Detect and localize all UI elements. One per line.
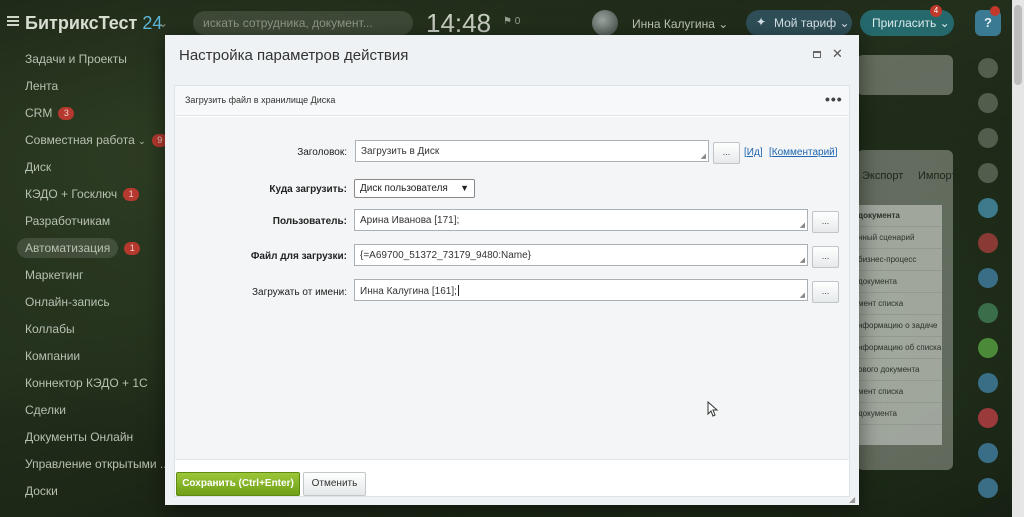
chat-icon[interactable] <box>978 58 998 78</box>
list-item[interactable]: документа <box>858 271 942 293</box>
menu-item-booking[interactable]: Онлайн-запись <box>0 289 165 316</box>
user-field[interactable]: Арина Иванова [171]; ◢ <box>354 209 808 231</box>
list-item[interactable]: ового документа <box>858 359 942 381</box>
user-field-label: Пользователь: <box>272 216 347 227</box>
destination-select[interactable]: Диск пользователя ▼ <box>354 179 475 198</box>
chevron-down-icon: ▼ <box>460 183 469 193</box>
left-menu: Задачи и Проекты Лента CRM 3 Совместная р… <box>0 46 170 505</box>
menu-item-developers[interactable]: Разработчикам <box>0 208 165 235</box>
counter-badge: 3 <box>58 107 75 120</box>
destination-label: Куда загрузить: <box>269 184 347 195</box>
file-picker-button[interactable]: ... <box>812 246 839 268</box>
title-field-label: Заголовок: <box>297 147 347 158</box>
search-input[interactable]: искать сотрудника, документ... <box>193 11 413 35</box>
upload-as-field[interactable]: Инна Калугина [161]; ◢ <box>354 279 808 301</box>
menu-item-marketing[interactable]: Маркетинг <box>0 262 165 289</box>
contact-avatar[interactable] <box>978 478 998 498</box>
menu-item-crm[interactable]: CRM 3 <box>0 100 165 127</box>
title-field[interactable]: Загрузить в Диск ◢ <box>355 140 709 162</box>
background-list: документа нный сценарий бизнес-процесс д… <box>858 205 942 445</box>
list-item[interactable]: нный сценарий <box>858 227 942 249</box>
user-picker-button[interactable]: ... <box>812 211 839 233</box>
chevron-down-icon[interactable]: ⌄ <box>158 16 168 30</box>
upload-as-picker-button[interactable]: ... <box>812 281 839 303</box>
contact-avatar[interactable] <box>978 268 998 288</box>
menu-item-collabs[interactable]: Коллабы <box>0 316 165 343</box>
close-icon[interactable]: ✕ <box>832 46 843 62</box>
menu-item-feed[interactable]: Лента <box>0 73 165 100</box>
help-badge <box>990 6 1000 16</box>
list-item[interactable]: бизнес-процесс <box>858 249 942 271</box>
contact-avatar[interactable] <box>978 408 998 428</box>
background-toolbar <box>857 55 953 95</box>
menu-item-tasks[interactable]: Задачи и Проекты <box>0 46 165 73</box>
cancel-button[interactable]: Отменить <box>303 472 366 496</box>
maximize-icon[interactable] <box>813 51 821 58</box>
contact-avatar[interactable] <box>978 303 998 323</box>
bell-icon[interactable] <box>978 93 998 113</box>
settings-form: Заголовок: Загрузить в Диск ◢ ... [Ид] [К… <box>175 117 849 460</box>
save-button[interactable]: Сохранить (Ctrl+Enter) <box>176 472 300 496</box>
contact-avatar[interactable] <box>978 338 998 358</box>
file-field[interactable]: {=A69700_51372_73179_9480:Name} ◢ <box>354 244 808 266</box>
flag-icon: ⚑ 0 <box>503 16 521 27</box>
list-item[interactable]: мент списка <box>858 381 942 403</box>
menu-burger-icon[interactable] <box>7 16 19 26</box>
menu-item-automation[interactable]: Автоматизация 1 <box>0 235 165 262</box>
counter-badge: 1 <box>124 242 141 255</box>
contact-avatar[interactable] <box>978 373 998 393</box>
tab-import[interactable]: Импорт <box>918 170 956 182</box>
list-item[interactable]: нформацию об списка <box>858 337 942 359</box>
user-name[interactable]: Инна Калугина ⌄ <box>632 17 728 31</box>
upload-as-label: Загружать от имени: <box>251 287 347 298</box>
tab-export[interactable]: Экспорт <box>862 170 903 182</box>
menu-item-collab[interactable]: Совместная работа ⌄ 9 <box>0 127 168 154</box>
title-picker-button[interactable]: ... <box>713 142 740 164</box>
action-settings-dialog: Настройка параметров действия ✕ Загрузит… <box>165 35 859 505</box>
file-field-label: Файл для загрузки: <box>250 251 347 262</box>
mouse-pointer-icon <box>707 401 719 417</box>
list-item[interactable]: мент списка <box>858 293 942 315</box>
avatar[interactable] <box>592 10 618 36</box>
counter-badge: 1 <box>123 188 140 201</box>
menu-item-kedo[interactable]: КЭДО + Госключ 1 <box>0 181 165 208</box>
section-header: Загрузить файл в хранилище Диска ••• <box>175 86 849 116</box>
section-title: Загрузить файл в хранилище Диска <box>185 95 336 105</box>
menu-item-connector[interactable]: Коннектор КЭДО + 1С <box>0 370 165 397</box>
menu-item-companies[interactable]: Компании <box>0 343 165 370</box>
scrollbar-thumb[interactable] <box>1014 5 1022 85</box>
menu-item-open-lines[interactable]: Управление открытыми ... <box>0 451 170 478</box>
list-item[interactable]: нформацию о задаче <box>858 315 942 337</box>
page-scrollbar[interactable] <box>1012 0 1024 517</box>
menu-item-deals[interactable]: Сделки <box>0 397 165 424</box>
menu-item-boards[interactable]: Доски <box>0 478 165 505</box>
search-icon[interactable] <box>978 163 998 183</box>
help-icon[interactable] <box>978 128 998 148</box>
invite-badge: 4 <box>930 5 942 17</box>
comment-link[interactable]: [Комментарий] <box>769 147 838 158</box>
menu-item-docs-online[interactable]: Документы Онлайн <box>0 424 165 451</box>
list-header: документа <box>858 205 942 227</box>
portal-logo[interactable]: БитриксТест 24 <box>25 13 162 34</box>
tariff-icon: ✦ <box>756 15 767 29</box>
resize-grip-icon[interactable]: ◢ <box>849 495 855 504</box>
dialog-title: Настройка параметров действия <box>165 35 859 75</box>
list-item[interactable]: документа <box>858 403 942 425</box>
dialog-footer: Сохранить (Ctrl+Enter) Отменить <box>165 467 859 505</box>
id-link[interactable]: [Ид] <box>744 147 763 158</box>
contact-avatar[interactable] <box>978 198 998 218</box>
more-icon[interactable]: ••• <box>825 91 843 107</box>
dialog-content: Загрузить файл в хранилище Диска ••• Заг… <box>174 85 850 497</box>
menu-item-disk[interactable]: Диск <box>0 154 165 181</box>
contact-avatar[interactable] <box>978 443 998 463</box>
contact-avatar[interactable] <box>978 233 998 253</box>
right-rail <box>972 46 1004 513</box>
